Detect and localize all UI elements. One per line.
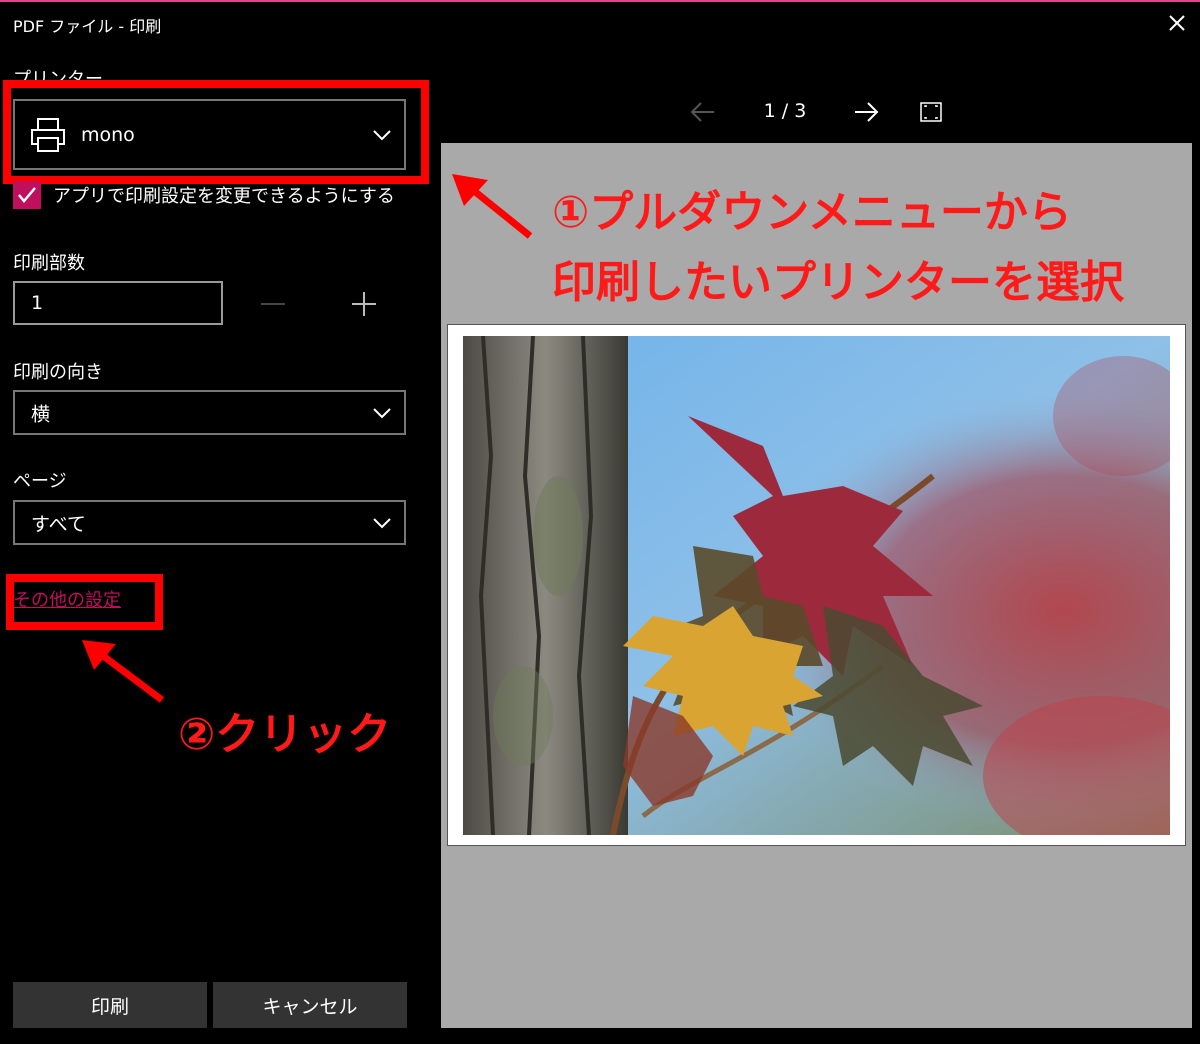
- page-indicator: 1 / 3: [763, 100, 807, 122]
- chevron-down-icon: [373, 407, 391, 418]
- annotation-arrow-1: [452, 174, 533, 239]
- copies-label: 印刷部数: [13, 253, 85, 274]
- preview-photo: [463, 336, 1170, 835]
- annotation-step1-line2: 印刷したいプリンターを選択: [552, 257, 1124, 308]
- window-top-accent: [0, 0, 1200, 2]
- copies-input[interactable]: 1: [13, 281, 223, 325]
- previous-page-icon[interactable]: [688, 97, 718, 127]
- plus-icon[interactable]: [349, 289, 379, 319]
- print-button[interactable]: 印刷: [13, 982, 207, 1028]
- pages-dropdown[interactable]: すべて: [13, 500, 406, 545]
- close-icon[interactable]: [1166, 12, 1188, 34]
- minus-icon[interactable]: [258, 289, 288, 319]
- annotation-step2: ②クリック: [178, 709, 392, 760]
- orientation-label: 印刷の向き: [13, 362, 103, 383]
- annotation-box-printer: [3, 80, 429, 184]
- orientation-value: 横: [31, 403, 51, 425]
- checkmark-icon: [18, 187, 36, 203]
- orientation-dropdown[interactable]: 横: [13, 390, 406, 435]
- fit-to-window-icon[interactable]: [918, 97, 944, 127]
- annotation-step1-line1: ①プルダウンメニューから: [552, 187, 1072, 238]
- annotation-box-more-settings: [6, 574, 163, 630]
- allow-app-settings-label: アプリで印刷設定を変更できるようにする: [53, 186, 395, 207]
- next-page-icon[interactable]: [851, 97, 881, 127]
- window-title: PDF ファイル - 印刷: [13, 17, 162, 36]
- chevron-down-icon: [373, 517, 391, 528]
- pages-label: ページ: [13, 471, 67, 492]
- pages-value: すべて: [31, 513, 86, 535]
- allow-app-settings-checkbox[interactable]: [13, 181, 41, 209]
- copies-value: 1: [31, 292, 44, 314]
- cancel-button[interactable]: キャンセル: [213, 982, 407, 1028]
- annotation-arrow-2: [82, 640, 165, 703]
